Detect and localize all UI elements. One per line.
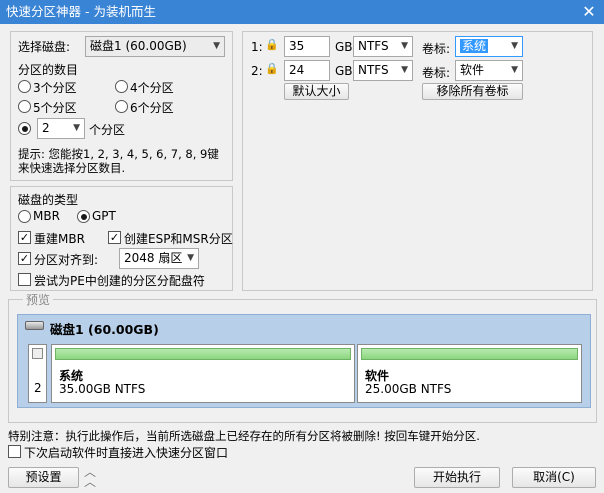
warning-notice: 特别注意：执行此操作后，当前所选磁盘上已经存在的所有分区将被删除! 按回车键开始… <box>8 429 480 443</box>
disk-select-dropdown[interactable]: 磁盘1 (60.00GB) ▼ <box>85 36 225 57</box>
chevron-down-icon: ▼ <box>511 41 518 51</box>
align-label: 分区对齐到: <box>34 253 99 267</box>
chevron-down-icon: ▼ <box>187 253 194 263</box>
partition-2-label-value: 软件 <box>460 63 485 77</box>
partition-2-fs-value: NTFS <box>358 63 389 77</box>
radio-5-label: 5个分区 <box>33 101 77 115</box>
partition-1-size-input[interactable]: 35 <box>284 36 330 57</box>
disk-select-label: 选择磁盘: <box>18 40 71 54</box>
align-sectors-value: 2048 扇区 <box>124 251 183 265</box>
partition-1-label-dropdown[interactable]: 系统 ▼ <box>455 36 523 57</box>
chevron-down-icon: ▼ <box>213 41 220 51</box>
partition-count-group: 选择磁盘: 磁盘1 (60.00GB) ▼ 分区的数目 3个分区 4个分区 5个… <box>10 31 233 181</box>
chevron-down-icon: ▼ <box>401 65 408 75</box>
custom-count-suffix: 个分区 <box>89 123 126 137</box>
disk-type-group: 磁盘的类型 MBR GPT ✓ 重建MBR ✓ 创建ESP和MSR分区 ✓ 分区… <box>10 186 233 291</box>
radio-4-label: 4个分区 <box>130 81 174 95</box>
radio-3-partitions[interactable] <box>18 80 31 93</box>
cancel-button[interactable]: 取消(C) <box>512 467 596 488</box>
partition-2-label-dropdown[interactable]: 软件 ▼ <box>455 60 523 81</box>
assign-letters-checkbox[interactable] <box>18 273 31 286</box>
radio-6-partitions[interactable] <box>115 100 128 113</box>
assign-letters-label: 尝试为PE中创建的分区分配盘符 <box>34 274 205 288</box>
radio-mbr[interactable] <box>18 210 31 223</box>
keyboard-hint: 提示: 您能按1, 2, 3, 4, 5, 6, 7, 8, 9键来快速选择分区… <box>18 147 219 175</box>
preview-partition-2[interactable]: 软件 25.00GB NTFS <box>357 344 582 403</box>
partition-1-size-value: 35 <box>289 39 305 53</box>
lock-icon[interactable]: 🔒 <box>265 38 279 51</box>
radio-5-partitions[interactable] <box>18 100 31 113</box>
disk-name: 磁盘1 (60.00GB) <box>50 322 159 337</box>
default-size-button[interactable]: 默认大小 <box>284 83 349 100</box>
preview-partition-1-detail: 35.00GB NTFS <box>59 382 146 396</box>
partition-1-label-caption: 卷标: <box>422 42 451 56</box>
partition-1-fs-dropdown[interactable]: NTFS ▼ <box>353 36 413 57</box>
radio-3-label: 3个分区 <box>33 81 77 95</box>
partition-2-label-caption: 卷标: <box>422 66 451 80</box>
partition-1-bar <box>55 348 351 360</box>
chevron-down-icon: ▼ <box>401 41 408 51</box>
disk-select-value: 磁盘1 (60.00GB) <box>90 39 187 53</box>
disk-index-block: 2 <box>28 344 47 403</box>
partition-2-index: 2: <box>251 64 263 78</box>
preview-title: 预览 <box>23 291 54 308</box>
close-icon[interactable]: ✕ <box>580 0 598 24</box>
align-checkbox[interactable]: ✓ <box>18 252 31 265</box>
radio-6-label: 6个分区 <box>130 101 174 115</box>
custom-count-value: 2 <box>42 121 50 135</box>
title-bar: 快速分区神器 - 为装机而生 ✕ <box>0 0 604 24</box>
create-esp-label: 创建ESP和MSR分区 <box>124 232 233 246</box>
preset-button[interactable]: 预设置 <box>8 467 79 488</box>
chevron-down-icon: ▼ <box>73 123 80 133</box>
quick-start-checkbox[interactable] <box>8 445 21 458</box>
partition-2-size-input[interactable]: 24 <box>284 60 330 81</box>
align-sectors-dropdown[interactable]: 2048 扇区 ▼ <box>119 248 199 269</box>
partition-2-unit: GB <box>335 64 353 78</box>
disk-icon <box>25 321 44 330</box>
partition-1-fs-value: NTFS <box>358 39 389 53</box>
preview-partition-1[interactable]: 系统 35.00GB NTFS <box>51 344 355 403</box>
radio-mbr-label: MBR <box>33 209 60 223</box>
partition-2-fs-dropdown[interactable]: NTFS ▼ <box>353 60 413 81</box>
partition-2-size-value: 24 <box>289 63 305 77</box>
check-square-icon <box>32 348 43 359</box>
partition-1-index: 1: <box>251 40 263 54</box>
partition-settings-group: 1: 🔒 35 GB NTFS ▼ 卷标: 系统 ▼ 2: 🔒 24 GB NT… <box>242 31 593 291</box>
partition-1-unit: GB <box>335 40 353 54</box>
remove-labels-button[interactable]: 移除所有卷标 <box>422 83 523 100</box>
radio-gpt[interactable] <box>77 210 90 223</box>
lock-icon[interactable]: 🔒 <box>265 62 279 75</box>
custom-count-dropdown[interactable]: 2 ▼ <box>37 118 85 139</box>
radio-gpt-label: GPT <box>92 209 116 223</box>
start-button[interactable]: 开始执行 <box>414 467 500 488</box>
rebuild-mbr-label: 重建MBR <box>34 232 85 246</box>
chevron-down-icon: ▼ <box>511 65 518 75</box>
partition-1-label-value: 系统 <box>460 39 489 53</box>
radio-custom-partitions[interactable] <box>18 122 31 135</box>
double-chevron-up-icon[interactable]: ︿ ︿ <box>84 466 96 488</box>
radio-4-partitions[interactable] <box>115 80 128 93</box>
rebuild-mbr-checkbox[interactable]: ✓ <box>18 231 31 244</box>
disk-type-title: 磁盘的类型 <box>18 193 79 207</box>
preview-partition-2-detail: 25.00GB NTFS <box>365 382 452 396</box>
disk-index: 2 <box>34 381 42 395</box>
partition-count-title: 分区的数目 <box>18 63 79 77</box>
create-esp-checkbox[interactable]: ✓ <box>108 231 121 244</box>
disk-preview-panel: 磁盘1 (60.00GB) 2 系统 35.00GB NTFS 软件 25.00… <box>17 314 591 408</box>
quick-start-label: 下次启动软件时直接进入快速分区窗口 <box>24 446 229 460</box>
partition-2-bar <box>361 348 578 360</box>
window-title: 快速分区神器 - 为装机而生 <box>6 4 156 19</box>
